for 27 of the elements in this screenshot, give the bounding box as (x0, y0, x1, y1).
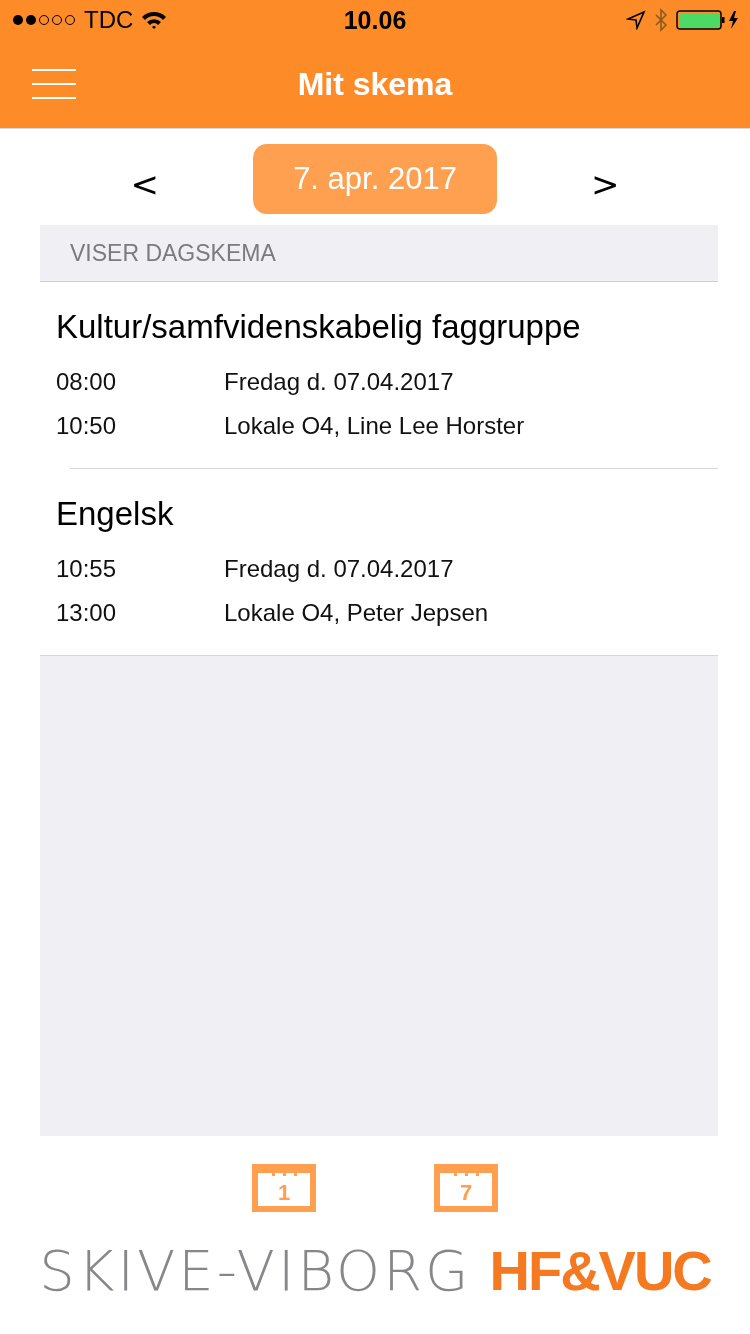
lesson-day: Fredag d. 07.04.2017 (224, 368, 454, 396)
lesson-location: Lokale O4, Line Lee Horster (224, 412, 525, 440)
lesson-day: Fredag d. 07.04.2017 (224, 555, 454, 583)
battery-icon (676, 9, 740, 31)
previous-day-button[interactable]: < (126, 164, 163, 204)
signal-icon (12, 13, 76, 27)
logo-brand: HF&VUC (489, 1238, 711, 1303)
logo-text: SKIVE-VIBORG (39, 1238, 472, 1303)
lesson-location: Lokale O4, Peter Jepsen (224, 599, 489, 627)
lesson-title: Engelsk (56, 495, 175, 533)
next-day-button[interactable]: > (587, 164, 624, 204)
start-time: 10:55 (56, 555, 118, 583)
section-header: VISER DAGSKEMA (40, 225, 718, 282)
menu-button[interactable] (32, 69, 76, 99)
carrier-name: TDC (84, 6, 134, 34)
end-time: 13:00 (56, 599, 118, 627)
end-time: 10:50 (56, 412, 118, 440)
wifi-icon (141, 10, 168, 30)
location-arrow-icon (626, 10, 646, 30)
start-time: 08:00 (56, 368, 118, 396)
clock-time: 10.06 (343, 5, 407, 35)
date-button[interactable]: 7. apr. 2017 (253, 144, 497, 214)
calendar-button[interactable]: 1 (252, 1164, 316, 1212)
screen-title: Mit skema (297, 65, 453, 103)
calendar-button[interactable]: 7 (434, 1164, 498, 1212)
bluetooth-icon (654, 8, 668, 32)
lesson-title: Kultur/samfvidenskabelig faggruppe (56, 308, 582, 346)
